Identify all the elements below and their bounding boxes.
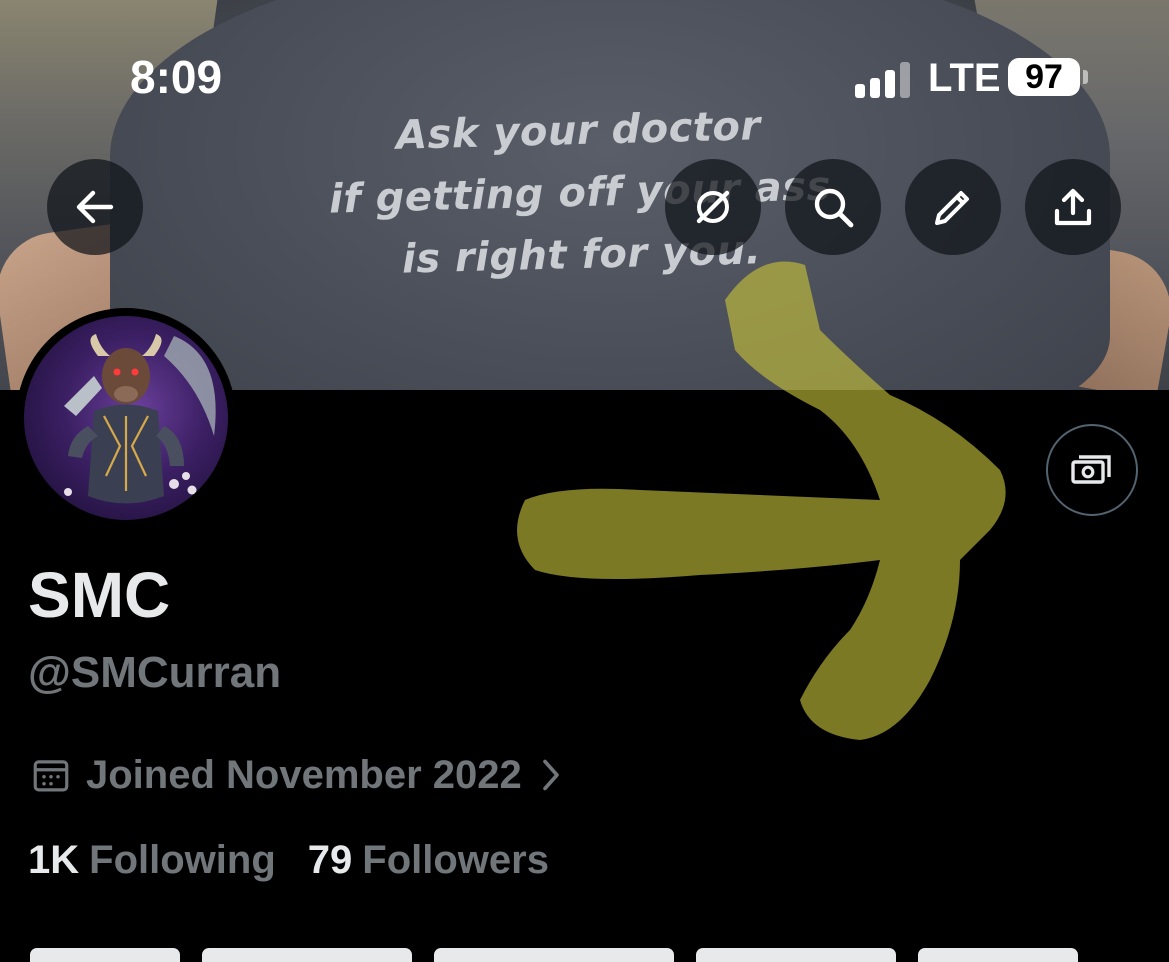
followers-count: 79 <box>307 838 353 882</box>
share-button[interactable] <box>1025 159 1121 255</box>
edit-button[interactable] <box>905 159 1001 255</box>
grok-slash-icon <box>696 190 730 224</box>
arrow-left-icon <box>76 190 114 224</box>
banner-shirt-text: Ask your doctor if getting off your ass … <box>298 93 863 294</box>
avatar-image <box>24 316 228 520</box>
grok-button[interactable] <box>665 159 761 255</box>
following-count: 1K <box>28 838 80 882</box>
battery-level: 97 <box>1008 58 1080 96</box>
user-handle: @SMCurran <box>28 648 282 697</box>
status-bar: 8:09 LTE 97 <box>0 0 1169 120</box>
battery-tip <box>1083 70 1088 84</box>
bio-text-cutoff <box>30 948 1130 962</box>
followers-link[interactable]: 79 Followers <box>308 838 549 883</box>
monetization-button[interactable] <box>1046 424 1138 516</box>
status-time: 8:09 <box>130 51 223 103</box>
back-button[interactable] <box>47 159 143 255</box>
cellular-signal-icon <box>855 58 915 98</box>
money-icon <box>1071 455 1111 484</box>
follow-stats: 1K Following 79 Followers <box>28 838 549 883</box>
network-type: LTE <box>928 56 1001 100</box>
profile-avatar[interactable] <box>16 308 236 528</box>
followers-label: Followers <box>362 838 549 882</box>
share-upload-icon <box>1054 188 1092 226</box>
joined-date-text: Joined November 2022 <box>86 752 522 797</box>
following-label: Following <box>89 838 276 882</box>
joined-date-row[interactable]: Joined November 2022 <box>30 752 566 798</box>
calendar-icon <box>33 760 69 792</box>
minotaur-warrior-image <box>64 334 216 504</box>
following-link[interactable]: 1K Following <box>28 838 276 883</box>
display-name: SMC <box>28 559 171 631</box>
search-icon <box>814 188 854 228</box>
chevron-right-icon <box>542 759 559 791</box>
pencil-icon <box>935 191 969 225</box>
search-button[interactable] <box>785 159 881 255</box>
